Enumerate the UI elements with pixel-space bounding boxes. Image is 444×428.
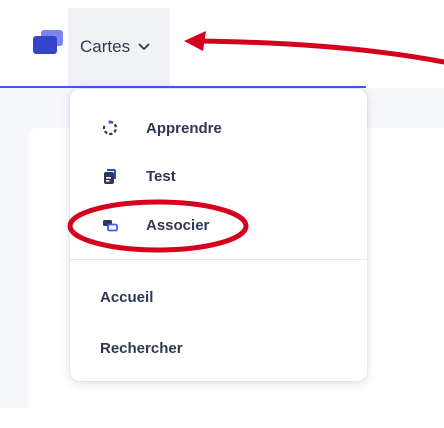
menu-item-label: Apprendre — [146, 119, 222, 137]
stacked-cards-icon[interactable] — [32, 30, 64, 56]
chevron-down-icon — [138, 43, 150, 50]
menu-item-label: Test — [146, 167, 176, 185]
cartes-menu-label: Cartes — [80, 37, 131, 56]
menu-item-label: Associer — [146, 216, 210, 234]
top-navigation-bar: Cartes — [0, 0, 444, 87]
menu-item-label: Rechercher — [100, 339, 183, 357]
learn-progress-icon — [102, 120, 118, 136]
menu-divider — [70, 259, 367, 260]
menu-item-accueil[interactable]: Accueil — [70, 275, 367, 319]
cartes-dropdown-menu: Apprendre Test Associer Accueil Recherch… — [70, 89, 367, 381]
menu-item-rechercher[interactable]: Rechercher — [70, 326, 367, 370]
cartes-menu-button[interactable]: Cartes — [68, 8, 170, 86]
test-document-icon — [102, 168, 118, 184]
menu-item-label: Accueil — [100, 288, 154, 306]
menu-item-associer[interactable]: Associer — [70, 203, 367, 247]
match-icon — [102, 217, 118, 233]
menu-item-apprendre[interactable]: Apprendre — [70, 106, 367, 150]
menu-item-test[interactable]: Test — [70, 154, 367, 198]
